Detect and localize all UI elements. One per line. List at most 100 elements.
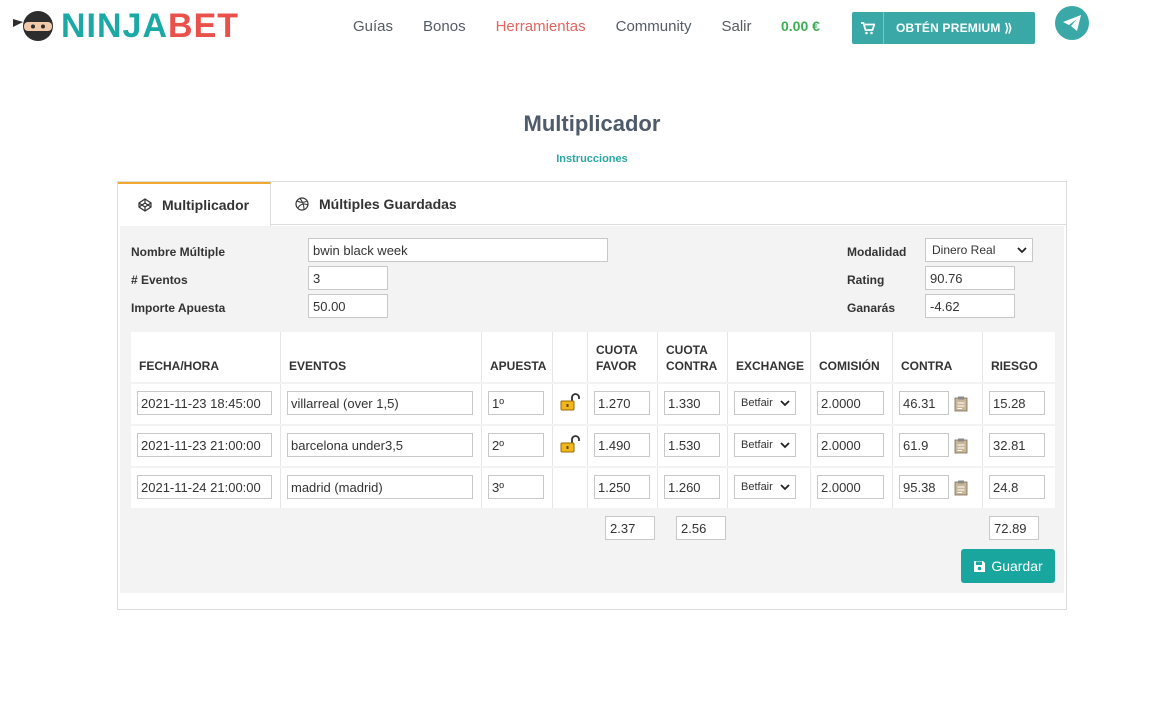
dribbble-icon bbox=[295, 196, 309, 211]
telegram-icon[interactable] bbox=[1055, 6, 1089, 40]
modalidad-select[interactable]: Dinero Real bbox=[925, 238, 1033, 262]
riesgo-input[interactable] bbox=[989, 433, 1045, 457]
exchange-select[interactable]: Betfair bbox=[734, 475, 796, 499]
nav-guias[interactable]: Guías bbox=[353, 17, 393, 37]
col-lock bbox=[553, 332, 588, 382]
apuesta-input[interactable] bbox=[488, 391, 544, 415]
lock-cell-empty bbox=[553, 468, 588, 508]
nav-community[interactable]: Community bbox=[616, 17, 692, 37]
col-cuota-favor: CUOTA FAVOR bbox=[588, 332, 658, 382]
contra-input[interactable] bbox=[899, 391, 949, 415]
fecha-input[interactable] bbox=[137, 475, 272, 499]
logo-text-bet: BET bbox=[168, 7, 240, 45]
col-contra: CONTRA bbox=[893, 332, 983, 382]
nombre-input[interactable] bbox=[308, 238, 608, 262]
evento-input[interactable] bbox=[287, 391, 473, 415]
table-row: Betfair bbox=[131, 384, 1055, 424]
col-fecha: FECHA/HORA bbox=[131, 332, 281, 382]
col-apuesta: APUESTA bbox=[482, 332, 553, 382]
multiplicador-card: Multiplicador Múltiples Guardadas Nombre… bbox=[117, 181, 1067, 610]
col-exchange: EXCHANGE bbox=[728, 332, 811, 382]
logo-text-ninja: NINJA bbox=[61, 7, 169, 45]
get-premium-button[interactable]: OBTÉN PREMIUM ⟫ bbox=[852, 12, 1035, 44]
clipboard-icon[interactable] bbox=[954, 480, 968, 496]
apuesta-input[interactable] bbox=[488, 433, 544, 457]
col-eventos: EVENTOS bbox=[281, 332, 482, 382]
fecha-input[interactable] bbox=[137, 391, 272, 415]
total-cuota-contra[interactable] bbox=[676, 516, 726, 540]
modalidad-label: Modalidad bbox=[847, 245, 907, 259]
ganaras-input[interactable] bbox=[925, 294, 1015, 318]
comision-input[interactable] bbox=[817, 391, 884, 415]
eventos-input[interactable] bbox=[308, 266, 388, 290]
top-header: NINJABET Guías Bonos Herramientas Commun… bbox=[0, 0, 1168, 56]
exchange-select[interactable]: Betfair bbox=[734, 391, 796, 415]
premium-label: OBTÉN PREMIUM ⟫ bbox=[896, 21, 1013, 35]
importe-label: Importe Apuesta bbox=[131, 301, 226, 315]
nav-bonos[interactable]: Bonos bbox=[423, 17, 466, 37]
clipboard-icon[interactable] bbox=[954, 438, 968, 454]
table-row: Betfair bbox=[131, 468, 1055, 508]
fecha-input[interactable] bbox=[137, 433, 272, 457]
main-nav: Guías Bonos Herramientas Community Salir bbox=[353, 17, 781, 37]
cuota-contra-input[interactable] bbox=[664, 475, 720, 499]
nav-salir[interactable]: Salir bbox=[721, 17, 751, 37]
floppy-disk-icon bbox=[974, 560, 986, 572]
exchange-value: Betfair bbox=[741, 481, 773, 493]
chevron-down-icon bbox=[780, 484, 790, 491]
ninja-mascot-icon bbox=[11, 9, 59, 43]
chevron-down-icon bbox=[780, 442, 790, 449]
total-cuota-favor[interactable] bbox=[605, 516, 655, 540]
tab-multiplicador[interactable]: Multiplicador bbox=[118, 182, 271, 226]
clipboard-icon[interactable] bbox=[954, 396, 968, 412]
chevron-down-icon bbox=[1017, 247, 1027, 254]
eventos-label: # Eventos bbox=[131, 273, 188, 287]
comision-input[interactable] bbox=[817, 475, 884, 499]
contra-input[interactable] bbox=[899, 433, 949, 457]
apuesta-input[interactable] bbox=[488, 475, 544, 499]
riesgo-input[interactable] bbox=[989, 475, 1045, 499]
col-comision: COMISIÓN bbox=[811, 332, 893, 382]
exchange-select[interactable]: Betfair bbox=[734, 433, 796, 457]
modalidad-value: Dinero Real bbox=[932, 243, 996, 257]
cart-icon bbox=[852, 12, 884, 44]
save-label: Guardar bbox=[991, 558, 1043, 574]
tab-multiples-guardadas[interactable]: Múltiples Guardadas bbox=[293, 182, 457, 225]
save-button[interactable]: Guardar bbox=[961, 549, 1055, 583]
tab-bar: Multiplicador Múltiples Guardadas bbox=[118, 182, 1066, 226]
importe-input[interactable] bbox=[308, 294, 388, 318]
balance-amount[interactable]: 0.00 € bbox=[781, 18, 820, 34]
multiplicador-panel: Nombre Múltiple # Eventos Importe Apuest… bbox=[120, 226, 1064, 593]
total-riesgo[interactable] bbox=[989, 516, 1039, 540]
instructions-link[interactable]: Instrucciones bbox=[0, 153, 1168, 165]
tab-multiples-label: Múltiples Guardadas bbox=[319, 195, 457, 212]
contra-input[interactable] bbox=[899, 475, 949, 499]
table-header-row: FECHA/HORA EVENTOS APUESTA CUOTA FAVOR C… bbox=[131, 332, 1055, 382]
ninjabet-logo[interactable]: NINJABET bbox=[11, 9, 239, 43]
cuota-contra-input[interactable] bbox=[664, 391, 720, 415]
col-riesgo: RIESGO bbox=[991, 359, 1038, 373]
col-cuota-contra: CUOTA CONTRA bbox=[658, 332, 728, 382]
chevron-down-icon bbox=[780, 400, 790, 407]
cuota-favor-input[interactable] bbox=[594, 391, 650, 415]
riesgo-input[interactable] bbox=[989, 391, 1045, 415]
table-row: Betfair bbox=[131, 426, 1055, 466]
page-title: Multiplicador bbox=[523, 111, 661, 136]
exchange-value: Betfair bbox=[741, 439, 773, 451]
ganaras-label: Ganarás bbox=[847, 301, 896, 315]
unlock-icon[interactable] bbox=[560, 393, 580, 411]
comision-input[interactable] bbox=[817, 433, 884, 457]
unlock-icon[interactable] bbox=[560, 435, 580, 453]
tab-multiplicador-label: Multiplicador bbox=[162, 197, 250, 213]
rating-label: Rating bbox=[847, 273, 885, 287]
nav-herramientas[interactable]: Herramientas bbox=[496, 17, 586, 37]
exchange-value: Betfair bbox=[741, 397, 773, 409]
cuota-favor-input[interactable] bbox=[594, 433, 650, 457]
evento-input[interactable] bbox=[287, 433, 473, 457]
cuota-contra-input[interactable] bbox=[664, 433, 720, 457]
evento-input[interactable] bbox=[287, 475, 473, 499]
cuota-favor-input[interactable] bbox=[594, 475, 650, 499]
codepen-icon bbox=[138, 198, 152, 212]
rating-input[interactable] bbox=[925, 266, 1015, 290]
nombre-label: Nombre Múltiple bbox=[131, 245, 226, 259]
